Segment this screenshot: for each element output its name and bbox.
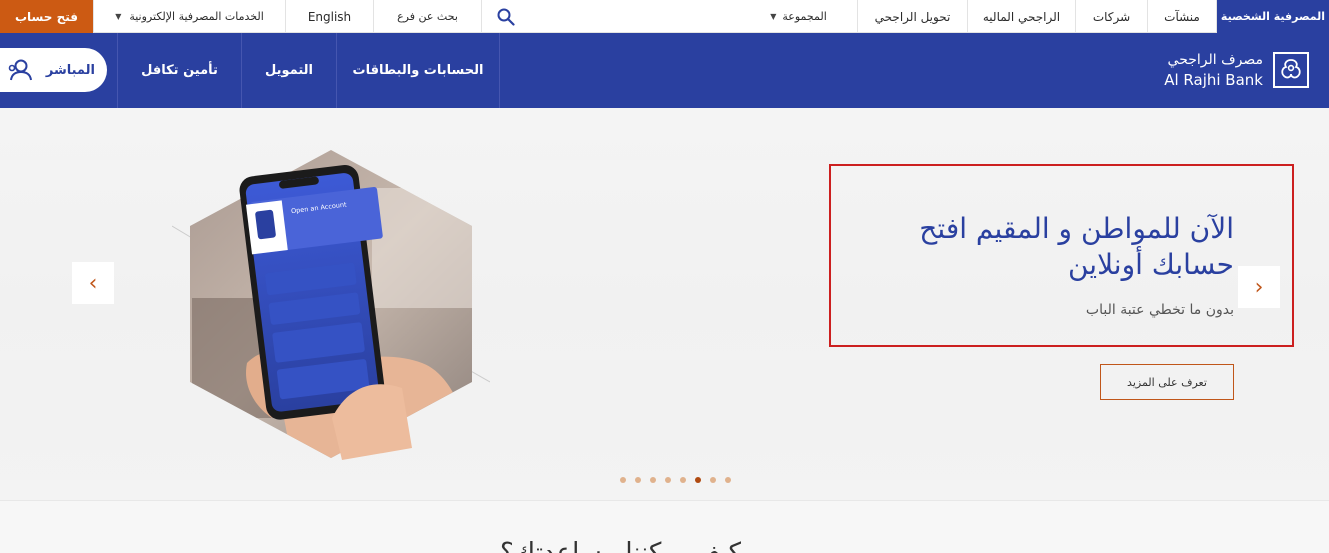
- carousel-dot[interactable]: [665, 477, 671, 483]
- hero-carousel: ‹ Open an Account الآن للمواطن و المقيم …: [0, 108, 1329, 500]
- logo-english-text: Al Rajhi Bank: [1164, 71, 1263, 89]
- chevron-down-icon: ▼: [115, 12, 122, 21]
- chevron-down-icon: ▼: [770, 12, 777, 21]
- nav-takaful[interactable]: تأمين تكافل: [117, 33, 241, 108]
- nav-finance[interactable]: التمويل: [241, 33, 336, 108]
- mubasher-label: المباشر: [45, 62, 95, 78]
- carousel-dot[interactable]: [680, 477, 686, 483]
- user-chat-icon: [8, 59, 32, 81]
- bank-logo-icon: [1273, 52, 1309, 88]
- learn-more-button[interactable]: تعرف على المزيد: [1100, 364, 1234, 400]
- language-english-link[interactable]: English: [285, 0, 373, 33]
- hero-phone-image: Open an Account: [172, 150, 490, 460]
- carousel-dot-active[interactable]: [695, 477, 701, 483]
- group-label: المجموعة: [782, 10, 827, 23]
- personal-banking-tab[interactable]: المصرفية الشخصية: [1216, 0, 1329, 33]
- search-icon: [497, 8, 515, 26]
- promo-subtitle: بدون ما تخطي عتبة الباب: [1085, 302, 1234, 318]
- carousel-dot[interactable]: [635, 477, 641, 483]
- group-dropdown[interactable]: ▼ المجموعة: [740, 0, 857, 33]
- top-utility-bar: فتح حساب ▼ الخدمات المصرفية الإلكترونية …: [0, 0, 1329, 33]
- e-banking-label: الخدمات المصرفية الإلكترونية: [129, 10, 264, 23]
- mubasher-button[interactable]: المباشر: [0, 48, 107, 92]
- carousel-prev-button[interactable]: ‹: [72, 262, 114, 304]
- carousel-dot[interactable]: [650, 477, 656, 483]
- carousel-next-button[interactable]: ›: [1238, 266, 1280, 308]
- logo-arabic-text: مصرف الراجحي: [1167, 52, 1263, 68]
- chevron-left-icon: ‹: [88, 270, 98, 296]
- main-navigation: المباشر تأمين تكافل التمويل الحسابات وال…: [0, 33, 1329, 108]
- branch-search-link[interactable]: بحث عن فرع: [373, 0, 481, 33]
- carousel-dot[interactable]: [725, 477, 731, 483]
- e-banking-dropdown[interactable]: ▼ الخدمات المصرفية الإلكترونية: [93, 0, 285, 33]
- nav-accounts-cards[interactable]: الحسابات والبطاقات: [336, 33, 500, 108]
- carousel-dot[interactable]: [710, 477, 716, 483]
- establishments-link[interactable]: منشآت: [1147, 0, 1216, 33]
- section-heading: كيف يمكننا مساعدتك؟: [500, 538, 742, 553]
- companies-link[interactable]: شركات: [1075, 0, 1147, 33]
- alrajhi-logo[interactable]: مصرف الراجحي Al Rajhi Bank: [1164, 45, 1309, 95]
- open-account-button[interactable]: فتح حساب: [0, 0, 93, 33]
- tahweel-alrajhi-link[interactable]: تحويل الراجحي: [857, 0, 967, 33]
- carousel-dot[interactable]: [620, 477, 626, 483]
- chevron-right-icon: ›: [1254, 274, 1264, 300]
- search-button[interactable]: [481, 0, 529, 33]
- promo-title: الآن للمواطن و المقيم افتح حسابك أونلاين: [919, 212, 1234, 281]
- promo-highlight-box: الآن للمواطن و المقيم افتح حسابك أونلاين…: [829, 164, 1294, 347]
- alrajhi-capital-link[interactable]: الراجحي الماليه: [967, 0, 1075, 33]
- carousel-dots: [620, 477, 731, 483]
